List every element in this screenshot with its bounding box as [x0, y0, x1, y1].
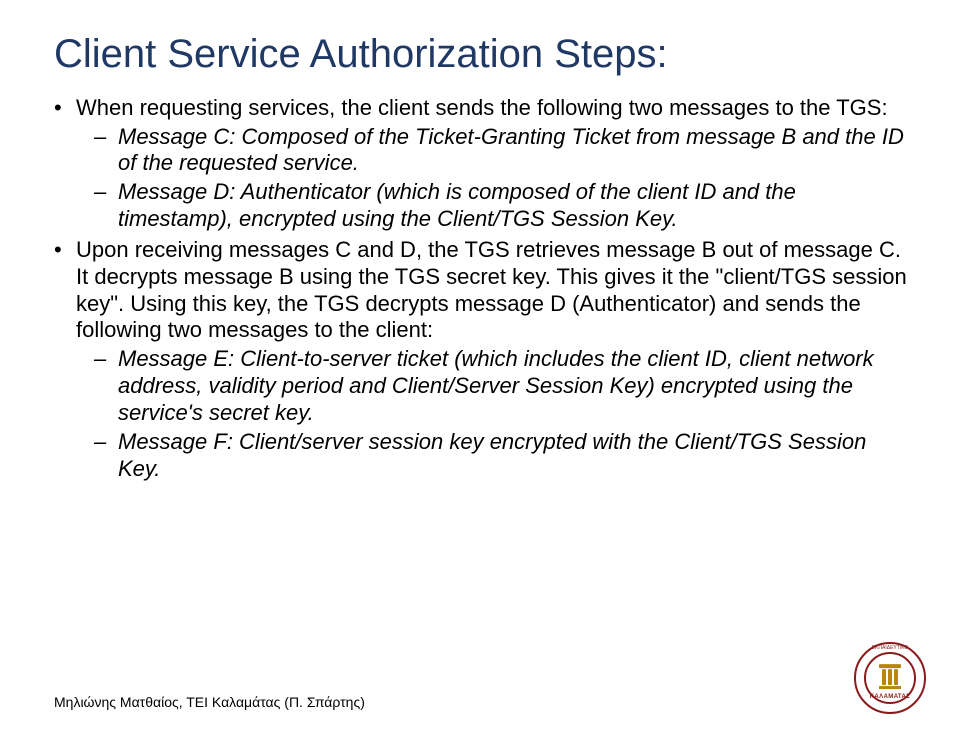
institution-seal-icon: ΕΚΠΑΙΔΕΥΤΙΚΟ ΚΑΛΑΜΑΤΑΣ	[854, 642, 926, 714]
sub-item: Message E: Client-to-server ticket (whic…	[94, 346, 912, 426]
bullet-item: Upon receiving messages C and D, the TGS…	[54, 237, 912, 482]
bullet-text: Upon receiving messages C and D, the TGS…	[76, 237, 907, 342]
seal-label: ΚΑΛΑΜΑΤΑΣ	[870, 694, 911, 700]
sub-list: Message C: Composed of the Ticket-Granti…	[76, 124, 912, 233]
bullet-item: When requesting services, the client sen…	[54, 95, 912, 233]
seal-top-text: ΕΚΠΑΙΔΕΥΤΙΚΟ	[872, 645, 909, 651]
sub-item: Message F: Client/server session key enc…	[94, 429, 912, 483]
bullet-list: When requesting services, the client sen…	[54, 95, 912, 483]
slide-title: Client Service Authorization Steps:	[54, 32, 912, 77]
footer-text: Μηλιώνης Ματθαίος, ΤΕΙ Καλαμάτας (Π. Σπά…	[54, 694, 365, 710]
slide: Client Service Authorization Steps: When…	[0, 0, 960, 732]
sub-item: Message C: Composed of the Ticket-Granti…	[94, 124, 912, 178]
sub-item: Message D: Authenticator (which is compo…	[94, 179, 912, 233]
bullet-text: When requesting services, the client sen…	[76, 95, 888, 120]
sub-list: Message E: Client-to-server ticket (whic…	[76, 346, 912, 482]
